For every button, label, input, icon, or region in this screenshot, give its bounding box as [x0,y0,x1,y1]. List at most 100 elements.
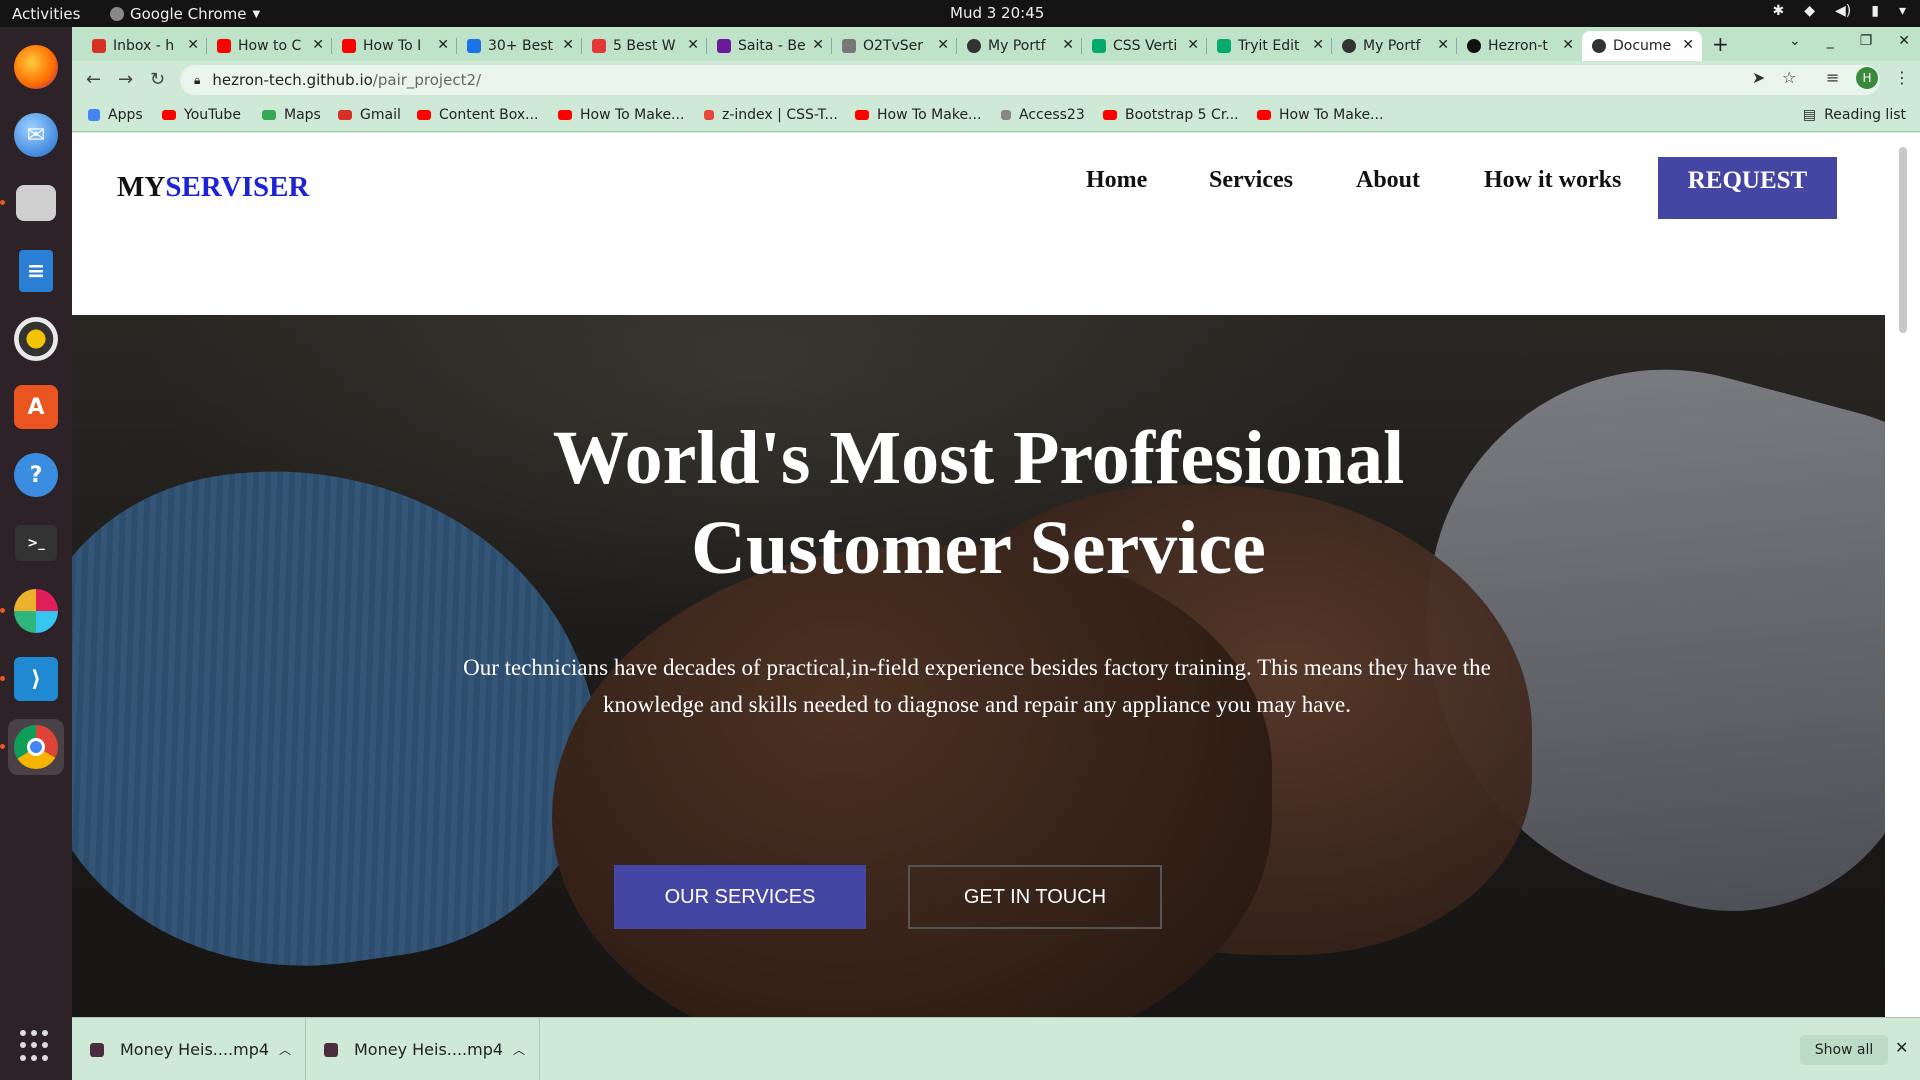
tab[interactable]: Hezron-t ✕ [1457,31,1582,61]
close-icon[interactable]: ✕ [187,37,199,53]
bookmark-item[interactable]: How To Make... [1257,107,1383,123]
tab[interactable]: 5 Best W ✕ [582,31,707,61]
tab-label: O2TvSer [863,38,924,54]
tab[interactable]: My Portf ✕ [1332,31,1457,61]
clock[interactable]: Mud 3 20:45 [950,4,1044,22]
our-services-button[interactable]: OUR SERVICES [614,865,866,929]
dock-software[interactable]: A [8,379,64,435]
url-path: /pair_project2/ [372,71,482,89]
restore-icon[interactable]: ❐ [1860,33,1873,49]
chrome-app-icon [110,7,124,21]
vertical-scrollbar[interactable] [1885,133,1920,1031]
tab[interactable]: Tryit Edit ✕ [1207,31,1332,61]
bookmark-apps[interactable]: Apps [88,107,143,123]
window-controls: ⌄ _ ❐ ✕ [1789,33,1910,49]
nav-home[interactable]: Home [1086,167,1147,194]
close-icon[interactable]: ✕ [1682,37,1694,53]
new-tab-button[interactable]: + [1712,32,1729,56]
dock-chrome[interactable] [0,719,64,775]
github-favicon [1467,39,1481,53]
bookmark-star-icon[interactable]: ☆ [1782,68,1796,87]
nav-services[interactable]: Services [1209,167,1293,194]
system-tray[interactable]: ✱ ◆ ◀) ▮ ▾ [1773,3,1907,19]
reading-list-button[interactable]: ▤ Reading list [1803,107,1906,123]
chevron-up-icon[interactable]: ︿ [513,1041,525,1058]
address-bar[interactable]: 🔒︎ hezron-tech.github.io/pair_project2/ [180,65,1880,95]
activities-button[interactable]: Activities [12,5,80,23]
tab[interactable]: Saita - Be ✕ [707,31,832,61]
reload-icon[interactable]: ↻ [150,69,165,90]
tab-search-icon[interactable]: ⌄ [1789,33,1801,49]
close-icon[interactable]: ✕ [1437,37,1449,53]
bookmark-item[interactable]: Access23 [1001,107,1085,123]
dock-slack[interactable] [0,583,64,639]
tab[interactable]: My Portf ✕ [957,31,1082,61]
close-icon[interactable]: ✕ [312,37,324,53]
volume-icon: ◀) [1835,3,1852,19]
bookmark-item[interactable]: Content Box... [417,107,539,123]
tab-active[interactable]: Docume ✕ [1582,31,1702,61]
dock-writer[interactable]: ≡ [8,243,64,299]
site-logo[interactable]: MYSERVISER [117,171,309,204]
site-header: MYSERVISER Home Services About How it wo… [72,133,1885,315]
bookmark-item[interactable]: Bootstrap 5 Cr... [1103,107,1239,123]
bookmark-gmail[interactable]: Gmail [338,107,401,123]
bookmark-label: How To Make... [580,107,685,123]
media-control-icon[interactable]: ≡ [1826,68,1839,87]
close-icon[interactable]: ✕ [1562,37,1574,53]
nav-about[interactable]: About [1356,167,1420,194]
close-icon[interactable]: ✕ [1312,37,1324,53]
dock-vscode[interactable]: ⟩ [0,651,64,707]
close-icon[interactable]: ✕ [687,37,699,53]
profile-avatar[interactable]: H [1856,67,1878,89]
dock-rhythmbox[interactable] [8,311,64,367]
tab[interactable]: Inbox - h ✕ [82,31,207,61]
site-favicon [842,39,856,53]
lock-icon[interactable]: 🔒︎ [194,73,200,88]
bookmark-item[interactable]: How To Make... [855,107,981,123]
dock-firefox[interactable] [8,39,64,95]
dock-files[interactable] [0,175,64,231]
download-item[interactable]: Money Heis....mp4 ︿ [72,1018,306,1080]
tab[interactable]: CSS Verti ✕ [1082,31,1207,61]
dock-terminal[interactable]: >_ [8,515,64,571]
tab-label: Tryit Edit [1238,38,1300,54]
send-to-device-icon[interactable]: ➤ [1752,68,1765,87]
show-applications-icon[interactable] [20,1030,52,1062]
close-icon[interactable]: ✕ [1187,37,1199,53]
bookmark-item[interactable]: How To Make... [558,107,684,123]
bookmark-youtube[interactable]: YouTube [162,107,241,123]
request-button[interactable]: REQUEST [1658,157,1837,219]
close-icon[interactable]: ✕ [437,37,449,53]
tab[interactable]: 30+ Best ✕ [457,31,582,61]
dock-help[interactable]: ? [8,447,64,503]
close-icon[interactable]: ✕ [937,37,949,53]
tab[interactable]: How to C ✕ [207,31,332,61]
download-item[interactable]: Money Heis....mp4 ︿ [306,1018,540,1080]
close-icon[interactable]: ✕ [562,37,574,53]
tab[interactable]: How To I ✕ [332,31,457,61]
close-icon[interactable]: ✕ [1895,1038,1908,1057]
tab-label: How to C [238,38,302,54]
close-icon[interactable]: ✕ [1062,37,1074,53]
bookmark-maps[interactable]: Maps [262,107,321,123]
bookmark-label: How To Make... [1279,107,1384,123]
minimize-icon[interactable]: _ [1827,33,1834,49]
dock-thunderbird[interactable]: ✉ [8,107,64,163]
more-menu-icon[interactable]: ⋮ [1894,68,1910,87]
close-window-icon[interactable]: ✕ [1898,33,1910,49]
back-arrow-icon[interactable]: ← [86,69,101,90]
app-menu[interactable]: Google Chrome ▼ [110,5,260,23]
scrollbar-thumb[interactable] [1899,147,1907,333]
globe-favicon [1592,39,1606,53]
bookmark-item[interactable]: z-index | CSS-T... [704,107,838,123]
tab-label: My Portf [988,38,1046,54]
nav-how-it-works[interactable]: How it works [1484,167,1621,194]
chevron-up-icon[interactable]: ︿ [279,1041,291,1058]
tab[interactable]: O2TvSer ✕ [832,31,957,61]
show-all-button[interactable]: Show all [1800,1035,1888,1065]
close-icon[interactable]: ✕ [812,37,824,53]
forward-arrow-icon[interactable]: → [118,69,133,90]
bookmark-label: Content Box... [439,107,539,123]
get-in-touch-button[interactable]: GET IN TOUCH [908,865,1162,929]
